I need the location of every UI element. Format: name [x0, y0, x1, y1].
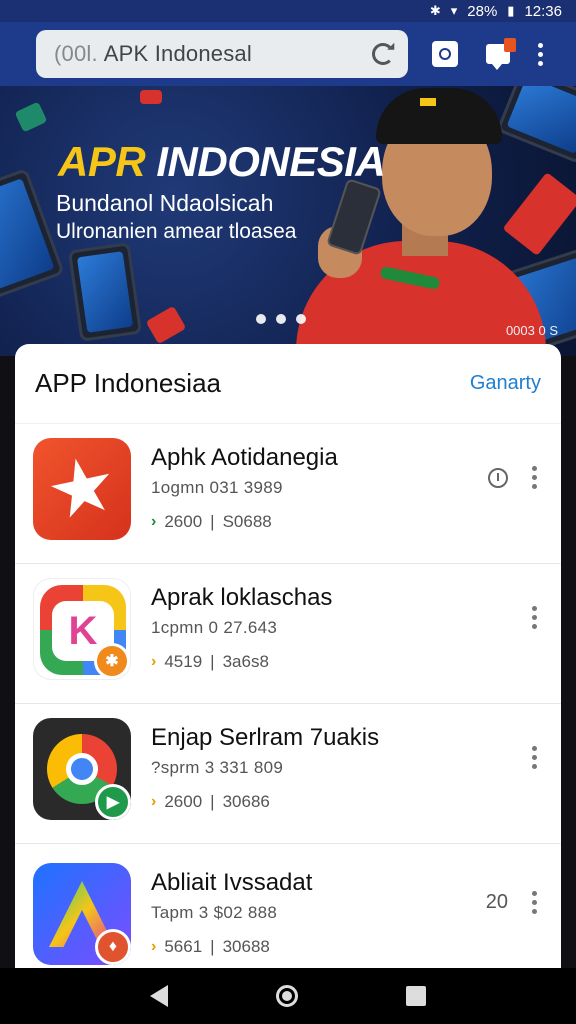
app-icon[interactable]: K ✱ — [33, 578, 131, 680]
carousel-indicator[interactable] — [256, 314, 306, 324]
search-input[interactable]: (00l. APK Indonesal — [36, 30, 408, 78]
app-stat-2: S0688 — [222, 512, 272, 531]
clock: 12:36 — [524, 2, 562, 20]
app-stat-1: 5661 — [164, 937, 203, 956]
chevron-right-icon: › — [151, 513, 157, 530]
row-actions — [488, 464, 543, 491]
chip-image — [14, 101, 48, 133]
search-text: (00l. APK Indonesal — [54, 41, 372, 67]
carousel-dot — [276, 314, 286, 324]
carousel-dot — [296, 314, 306, 324]
list-item[interactable]: ▶ Enjap Serlram 7uakis ?sprm 3 331 809 ›… — [15, 704, 561, 844]
search-value: APK Indonesal — [103, 41, 252, 66]
star-icon — [45, 452, 119, 526]
app-stat-1: 4519 — [164, 652, 203, 671]
overflow-menu-icon[interactable] — [538, 42, 543, 66]
app-stats: › 4519 | 3a6s8 — [151, 652, 269, 671]
app-icon[interactable] — [33, 438, 131, 540]
notification-dot — [504, 38, 516, 52]
app-name: Aprak loklaschas — [151, 584, 333, 611]
see-all-link[interactable]: Ganarty — [470, 372, 541, 395]
row-actions — [526, 604, 543, 631]
list-item[interactable]: K ✱ Aprak loklaschas 1cpmn 0 27.643 › 45… — [15, 564, 561, 704]
home-icon[interactable] — [276, 985, 298, 1007]
app-stat-2: 30688 — [222, 937, 270, 956]
battery-level: 28% — [467, 2, 498, 20]
app-meta: ?sprm 3 331 809 — [151, 758, 284, 777]
more-options-icon[interactable] — [526, 889, 543, 916]
app-bar-actions — [432, 38, 543, 70]
chevron-right-icon: › — [151, 938, 157, 955]
carousel-dot — [256, 314, 266, 324]
app-meta: 1ogmn 031 3989 — [151, 478, 283, 497]
notification-icon[interactable] — [486, 38, 516, 70]
app-meta: Tapm 3 $02 888 — [151, 903, 278, 922]
app-stat-1: 2600 — [164, 512, 203, 531]
row-actions: 20 — [486, 889, 543, 916]
app-icon[interactable]: ▶ — [33, 718, 131, 820]
app-stat-2: 3a6s8 — [222, 652, 269, 671]
row-actions — [526, 744, 543, 771]
system-nav-bar — [0, 968, 576, 1024]
app-icon[interactable]: ♦ — [33, 863, 131, 965]
app-stats: › 2600 | S0688 — [151, 512, 272, 531]
app-stats: › 2600 | 30686 — [151, 792, 270, 811]
banner-person-image — [290, 86, 576, 356]
chip-image — [145, 305, 187, 345]
banner-title: APR INDONESIA — [58, 138, 386, 185]
signal-icon: ✱ — [429, 3, 441, 18]
recents-icon[interactable] — [406, 986, 426, 1006]
app-count: 20 — [485, 891, 508, 913]
app-stat-1: 2600 — [164, 792, 203, 811]
app-name: Abliait Ivssadat — [151, 869, 313, 896]
list-item[interactable]: ♦ Abliait Ivssadat Tapm 3 $02 888 › 5661… — [15, 849, 561, 968]
app-badge-icon: ▶ — [95, 784, 131, 820]
battery-icon: ▮ — [507, 3, 515, 18]
chevron-right-icon: › — [151, 793, 157, 810]
banner-caption: 0003 0 S — [505, 323, 558, 338]
more-options-icon[interactable] — [526, 744, 543, 771]
app-stat-2: 30686 — [222, 792, 270, 811]
chip-image — [140, 90, 162, 104]
app-name: Enjap Serlram 7uakis — [151, 724, 380, 751]
app-name: Aphk Aotidanegia — [151, 444, 338, 471]
search-prefix: (00l. — [54, 41, 98, 66]
app-meta: 1cpmn 0 27.643 — [151, 618, 278, 637]
banner-subtitle-2: Ulronanien amear tloasea — [56, 220, 297, 243]
app-stats: › 5661 | 30688 — [151, 937, 270, 956]
app-badge-icon: ♦ — [95, 929, 131, 965]
tab-switcher-icon[interactable] — [432, 41, 458, 67]
promo-banner[interactable]: APR INDONESIA Bundanol Ndaolsicah Ulrona… — [0, 86, 576, 356]
status-bar: ✱ ▾ 28% ▮ 12:36 — [0, 0, 576, 22]
banner-subtitle: Bundanol Ndaolsicah — [56, 190, 274, 216]
chevron-right-icon: › — [151, 653, 157, 670]
list-header: APP Indonesiaa Ganarty — [15, 344, 561, 424]
wifi-icon: ▾ — [450, 3, 458, 18]
app-bar: (00l. APK Indonesal — [0, 22, 576, 86]
list-title: APP Indonesiaa — [35, 368, 221, 398]
app-list-card: APP Indonesiaa Ganarty Aphk Aotidanegia … — [15, 344, 561, 968]
info-icon[interactable] — [488, 467, 508, 488]
more-options-icon[interactable] — [526, 464, 543, 491]
list-item[interactable]: Aphk Aotidanegia 1ogmn 031 3989 › 2600 | S… — [15, 424, 561, 564]
back-icon[interactable] — [150, 985, 168, 1007]
phone-image — [67, 242, 143, 342]
app-badge-icon: ✱ — [94, 643, 130, 679]
reload-icon[interactable] — [372, 43, 394, 65]
more-options-icon[interactable] — [526, 604, 543, 631]
